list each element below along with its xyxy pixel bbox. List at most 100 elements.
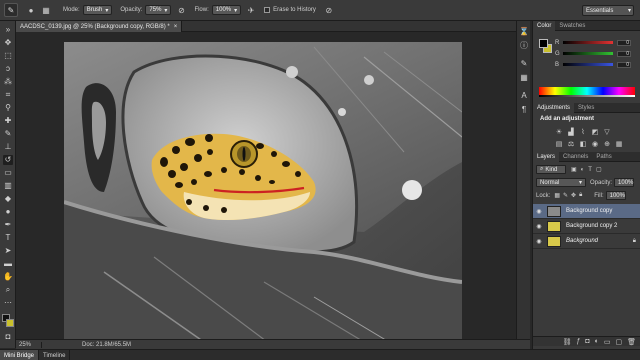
photo-filter-icon[interactable]: ◉ bbox=[591, 141, 599, 149]
layer-row-background[interactable]: ◉ Background 🔒︎ bbox=[533, 234, 640, 249]
lock-transparent-icon[interactable]: ▦ bbox=[554, 192, 560, 199]
panel-foreground-color[interactable] bbox=[539, 39, 548, 48]
blend-mode-select[interactable]: Normal ▾ bbox=[536, 178, 586, 187]
channel-mixer-icon[interactable]: ⊕ bbox=[603, 141, 611, 149]
zoom-tool-icon[interactable]: ⌕ bbox=[3, 285, 13, 295]
brush-size-picker[interactable]: ● bbox=[26, 5, 36, 15]
properties-panel-icon[interactable]: ⓘ bbox=[519, 41, 529, 51]
dodge-tool-icon[interactable]: ● bbox=[3, 207, 13, 217]
brush-tool-icon[interactable]: ✎ bbox=[3, 129, 13, 139]
healing-brush-tool-icon[interactable]: ✚ bbox=[3, 116, 13, 126]
document-tab[interactable]: AACDSC_0139.jpg @ 25% (Background copy, … bbox=[16, 21, 183, 32]
eraser-tool-icon[interactable]: ▭ bbox=[3, 168, 13, 178]
pen-tool-icon[interactable]: ✒ bbox=[3, 220, 13, 230]
layer-opacity-field[interactable]: 100% bbox=[614, 178, 635, 187]
doc-size-info[interactable]: Doc: 21.8M/65.5M bbox=[82, 342, 131, 348]
history-brush-tool-icon[interactable]: ↺ bbox=[3, 155, 13, 165]
trash-icon[interactable]: 🗑︎ bbox=[627, 338, 636, 346]
tab-adjustments[interactable]: Adjustments bbox=[533, 103, 575, 113]
blue-slider-row[interactable]: B 0 bbox=[555, 61, 637, 68]
lasso-tool-icon[interactable]: ↄ bbox=[3, 64, 13, 74]
opacity-field[interactable]: 75% ▾ bbox=[145, 5, 172, 15]
new-adjustment-icon[interactable]: ◐ bbox=[595, 338, 599, 345]
tab-swatches[interactable]: Swatches bbox=[555, 21, 589, 31]
red-slider-row[interactable]: R 0 bbox=[555, 39, 637, 46]
blue-slider[interactable] bbox=[563, 63, 613, 66]
color-lookup-icon[interactable]: ▦ bbox=[615, 141, 623, 149]
brush-presets-panel-icon[interactable]: ✎ bbox=[519, 59, 529, 69]
fx-icon[interactable]: ƒ bbox=[576, 338, 580, 345]
brightness-contrast-icon[interactable]: ☀ bbox=[555, 129, 563, 137]
gradient-tool-icon[interactable]: ▥ bbox=[3, 181, 13, 191]
filter-shape-icon[interactable]: ▢ bbox=[596, 166, 602, 173]
green-value[interactable]: 0 bbox=[617, 50, 631, 57]
kind-filter-select[interactable]: ⌕ Kind bbox=[536, 165, 566, 174]
type-tool-icon[interactable]: T bbox=[3, 233, 13, 243]
paragraph-panel-icon[interactable]: ¶ bbox=[519, 105, 529, 115]
vibrance-icon[interactable]: ▽ bbox=[603, 129, 611, 137]
airbrush-icon[interactable]: ✈ bbox=[246, 5, 256, 15]
hue-saturation-icon[interactable]: ▤ bbox=[555, 141, 563, 149]
brush-panel-icon[interactable]: ▦ bbox=[519, 73, 529, 83]
green-slider-row[interactable]: G 0 bbox=[555, 50, 637, 57]
filter-type-icon[interactable]: T bbox=[588, 167, 592, 173]
eye-icon[interactable]: ◉ bbox=[533, 208, 545, 215]
red-slider[interactable] bbox=[563, 41, 613, 44]
tab-styles[interactable]: Styles bbox=[574, 103, 598, 113]
add-mask-icon[interactable]: ◘ bbox=[585, 338, 589, 345]
pressure-size-icon[interactable]: ⊘ bbox=[324, 5, 334, 15]
quick-mask-icon[interactable]: ◘ bbox=[3, 332, 13, 342]
tab-color[interactable]: Color bbox=[533, 21, 556, 31]
mode-select[interactable]: Brush ▾ bbox=[82, 5, 113, 15]
tab-channels[interactable]: Channels bbox=[559, 152, 592, 162]
new-group-icon[interactable]: ▭ bbox=[604, 338, 611, 346]
lock-all-icon[interactable]: 🔒︎ bbox=[579, 192, 582, 199]
history-panel-icon[interactable]: ⌛ bbox=[519, 27, 529, 37]
flow-field[interactable]: 100% ▾ bbox=[211, 5, 242, 15]
color-balance-icon[interactable]: ⚖ bbox=[567, 141, 575, 149]
filter-pixel-icon[interactable]: ▣ bbox=[571, 166, 577, 173]
tab-layers[interactable]: Layers bbox=[533, 152, 560, 162]
blur-tool-icon[interactable]: ◆ bbox=[3, 194, 13, 204]
tab-mini-bridge[interactable]: Mini Bridge bbox=[0, 350, 40, 360]
filter-adjustment-icon[interactable]: ◐ bbox=[581, 167, 585, 173]
zoom-field[interactable]: 25% bbox=[16, 341, 42, 348]
move-tool-icon[interactable]: ✥ bbox=[3, 38, 13, 48]
image-canvas[interactable] bbox=[64, 42, 462, 349]
eye-icon[interactable]: ◉ bbox=[533, 238, 545, 245]
background-color-swatch[interactable] bbox=[6, 319, 14, 327]
layer-row-background-copy[interactable]: ◉ Background copy bbox=[533, 204, 640, 219]
lock-position-icon[interactable]: ✥ bbox=[571, 192, 576, 199]
brush-panel-toggle-icon[interactable]: ▦ bbox=[41, 5, 51, 15]
tool-preset-picker[interactable]: ✎ bbox=[4, 3, 18, 17]
pressure-opacity-icon[interactable]: ⊘ bbox=[176, 5, 186, 15]
color-spectrum[interactable] bbox=[539, 87, 635, 95]
quick-select-tool-icon[interactable]: ⁂ bbox=[3, 77, 13, 87]
curves-icon[interactable]: ⌇ bbox=[579, 129, 587, 137]
tab-paths[interactable]: Paths bbox=[592, 152, 615, 162]
erase-to-history-checkbox[interactable] bbox=[264, 7, 271, 13]
exposure-icon[interactable]: ◩ bbox=[591, 129, 599, 137]
clone-stamp-tool-icon[interactable]: ⊥ bbox=[3, 142, 13, 152]
crop-tool-icon[interactable]: ⌗ bbox=[3, 90, 13, 100]
3d-tool-icon[interactable]: ⋯ bbox=[3, 298, 13, 308]
path-selection-tool-icon[interactable]: ➤ bbox=[3, 246, 13, 256]
link-layers-icon[interactable]: ⛓ bbox=[563, 338, 572, 346]
character-panel-icon[interactable]: A bbox=[519, 91, 529, 101]
blue-value[interactable]: 0 bbox=[617, 61, 631, 68]
red-value[interactable]: 0 bbox=[617, 39, 631, 46]
levels-icon[interactable]: ▟ bbox=[567, 129, 575, 137]
workspace-switcher[interactable]: Essentials ▾ bbox=[582, 5, 634, 16]
black-white-icon[interactable]: ◧ bbox=[579, 141, 587, 149]
shape-tool-icon[interactable]: ▬ bbox=[3, 259, 13, 269]
green-slider[interactable] bbox=[563, 52, 613, 55]
marquee-tool-icon[interactable]: ⬚ bbox=[3, 51, 13, 61]
hand-tool-icon[interactable]: ✋ bbox=[3, 272, 13, 282]
layer-row-background-copy-2[interactable]: ◉ Background copy 2 bbox=[533, 219, 640, 234]
collapse-icon[interactable]: » bbox=[3, 25, 13, 35]
tab-timeline[interactable]: Timeline bbox=[39, 350, 71, 360]
grayscale-ramp[interactable] bbox=[539, 95, 635, 97]
fill-field[interactable]: 100% bbox=[605, 191, 626, 200]
close-icon[interactable]: × bbox=[174, 24, 178, 30]
eyedropper-tool-icon[interactable]: ⚲ bbox=[3, 103, 13, 113]
